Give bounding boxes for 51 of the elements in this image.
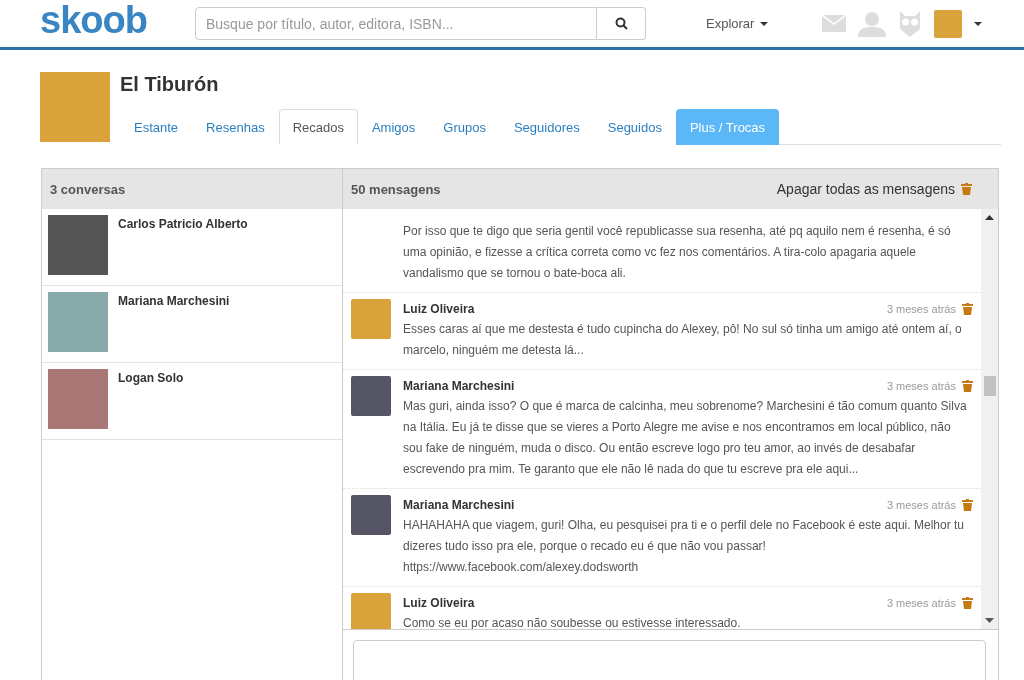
trash-icon[interactable]: [962, 597, 973, 609]
avatar-photo: [48, 215, 108, 275]
trash-icon[interactable]: [962, 499, 973, 511]
search-icon: [614, 17, 628, 30]
message-time: 3 meses atrás: [886, 597, 956, 609]
conversation-item[interactable]: Carlos Patricio Alberto: [42, 209, 342, 286]
search-button[interactable]: [597, 7, 646, 40]
caret-icon[interactable]: [974, 21, 983, 26]
message-text: Por isso que te digo que seria gentil você republicasse sua resenha, até pq aquilo nem é resenha, é só uma opinião, e fizesse a crítica correta como vc fez nos comentários. A tira-colo apagaria aquele vandalismo que se tornou o bate-boca ali.: [403, 223, 952, 282]
message-text: https://www.facebook.com/alexey.dodsworth: [403, 559, 640, 576]
logo[interactable]: skoob: [40, 0, 195, 42]
avatar-photo: [48, 292, 108, 352]
scrollbar-thumb[interactable]: [983, 376, 996, 396]
message-author: Luiz Oliveira: [403, 596, 475, 610]
trash-icon[interactable]: [962, 303, 973, 315]
caret-icon: [760, 21, 769, 26]
delete-all-button[interactable]: Apagar todas as mensagens: [776, 181, 992, 197]
search-field[interactable]: Busque por título, autor, editora, ISBN...: [195, 7, 597, 40]
profile-tab[interactable]: Recados: [278, 109, 358, 145]
avatar-photo: [351, 299, 391, 339]
message-author: Mariana Marchesini: [403, 379, 515, 393]
avatar-photo: [351, 495, 391, 535]
explore-menu[interactable]: Explorar: [706, 16, 769, 31]
avatar-photo: [351, 376, 391, 416]
message-text: Esses caras aí que me destesta é tudo cupincha do Alexey, pô! No sul só tinha um amigo até ontem aí, o marcelo, ninguém me detesta lá...: [403, 321, 963, 359]
conversation-item[interactable]: Logan Solo: [42, 363, 342, 440]
scroll-down-icon[interactable]: [985, 618, 994, 623]
scroll-up-icon[interactable]: [985, 215, 994, 220]
message-text: Mas guri, ainda isso? O que é marca de calcinha, meu sobrenome? Marchesini é tão comum quanto Silva na Itália. Eu já te disse que se vieres a Porto Alegre me avise e nos encontramos em local público, não sou fake de ninguém, muda o disco. Ou então escreve logo pro teu amor, ao invés de desabafar escrevendo pra mim. Te garanto que ele não lê nada do que tu escreve pra ele aqui...: [403, 398, 968, 478]
conversation-name: Mariana Marchesini: [118, 294, 230, 310]
message-text: HAHAHAHA que viagem, guri! Olha, eu pesquisei pra ti e o perfil dele no Facebook é este aqui. Melhor tu dizeres tudo isso pra ele, porque o recado eu é que não vou passar!: [403, 517, 965, 555]
profile-name: El Tiburón: [120, 73, 220, 96]
message-author: Luiz Oliveira: [403, 302, 475, 316]
avatar-photo[interactable]: [934, 9, 963, 38]
conversation-item[interactable]: Mariana Marchesini: [42, 286, 342, 363]
message-time: 3 meses atrás: [886, 380, 956, 392]
conversations-count: 3 conversas: [50, 181, 126, 197]
conversation-name: Logan Solo: [118, 371, 184, 387]
message-time: 3 meses atrás: [886, 303, 956, 315]
avatar-photo: [351, 593, 391, 629]
message-time: 3 meses atrás: [886, 499, 956, 511]
scrollbar[interactable]: [981, 209, 998, 629]
messages-count: 50 mensagens: [351, 181, 441, 197]
message-text: Como se eu por acaso não soubesse ou estivesse interessado.: [403, 615, 742, 629]
avatar-photo: [48, 369, 108, 429]
trash-icon[interactable]: [962, 380, 973, 392]
trash-icon[interactable]: [961, 183, 972, 195]
message-author: Mariana Marchesini: [403, 498, 515, 512]
profile-photo: [40, 72, 110, 142]
conversation-name: Carlos Patricio Alberto: [118, 217, 248, 233]
message-input[interactable]: [353, 640, 986, 680]
